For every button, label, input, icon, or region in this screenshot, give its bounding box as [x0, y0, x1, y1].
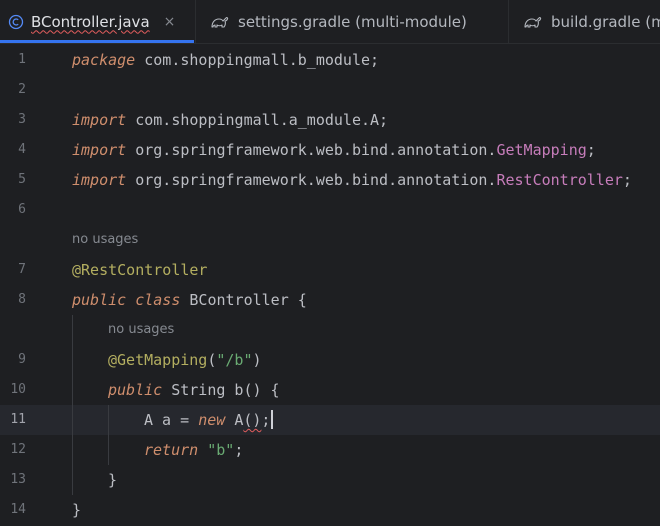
line-number: 13	[10, 472, 26, 487]
code-line-9: @GetMapping("/b")	[108, 345, 262, 375]
line-number: 14	[10, 502, 26, 517]
code-text: com.shoppingmall.b_module;	[135, 51, 380, 69]
code-line-10: public String b() {	[108, 375, 280, 405]
code-text: com.shoppingmall.a_module.A;	[126, 111, 389, 129]
line-number: 5	[18, 172, 26, 187]
line-number: 7	[18, 262, 26, 277]
annotation: @GetMapping	[108, 351, 208, 369]
error-parentheses: ()	[243, 411, 262, 429]
imported-class: GetMapping	[496, 141, 587, 159]
class-reference: A	[234, 411, 244, 429]
tab-build-gradle[interactable]: build.gradle (m	[508, 0, 660, 43]
string-literal: "/b"	[216, 351, 253, 369]
annotation: @RestController	[72, 261, 208, 279]
closing-brace: }	[108, 471, 118, 489]
active-tab-indicator	[0, 40, 194, 43]
keyword: public	[108, 381, 163, 399]
code-line-14: }	[72, 495, 81, 525]
line-number-gutter[interactable]: 1 2 3 4 5 6 7 8 9 10 11 12 13 14	[0, 44, 62, 526]
line-number: 4	[18, 142, 26, 157]
keyword: import	[72, 111, 127, 129]
imported-class: RestController	[496, 171, 623, 189]
code-line-12: return "b";	[144, 435, 243, 465]
closing-brace: }	[72, 501, 82, 519]
keyword: import	[72, 141, 127, 159]
keyword: package	[72, 51, 136, 69]
tab-bcontroller-java[interactable]: BController.java ×	[0, 0, 194, 43]
code-line-3: import com.shoppingmall.a_module.A;	[72, 105, 388, 135]
line-number: 12	[10, 442, 26, 457]
code-text: String b() {	[162, 381, 280, 399]
code-line-5: import org.springframework.web.bind.anno…	[72, 165, 632, 195]
close-icon[interactable]: ×	[164, 14, 176, 30]
usages-hint[interactable]: no usages	[108, 315, 174, 345]
line-number: 8	[18, 292, 26, 307]
code-text: ;	[261, 411, 271, 429]
java-class-icon	[8, 14, 24, 29]
code-editor[interactable]: 1 2 3 4 5 6 7 8 9 10 11 12 13 14 package…	[0, 44, 660, 526]
keyword: new	[198, 411, 226, 429]
code-line-8: public class BController {	[72, 285, 307, 315]
gradle-icon	[524, 16, 542, 28]
usages-hint[interactable]: no usages	[72, 225, 138, 255]
code-text: BController {	[180, 291, 307, 309]
code-area[interactable]: package com.shoppingmall.b_module; impor…	[72, 44, 660, 526]
line-number-current: 11	[10, 412, 26, 427]
code-line-4: import org.springframework.web.bind.anno…	[72, 135, 596, 165]
code-text: org.springframework.web.bind.annotation.	[126, 171, 497, 189]
code-text: ;	[586, 141, 596, 159]
gradle-icon	[211, 16, 229, 28]
tab-label: settings.gradle (multi-module)	[238, 12, 467, 31]
line-number: 9	[18, 352, 26, 367]
line-number: 6	[18, 202, 26, 217]
keyword: import	[72, 171, 127, 189]
code-line-1: package com.shoppingmall.b_module;	[72, 45, 379, 75]
code-text: A a =	[144, 411, 199, 429]
keyword: return	[144, 441, 199, 459]
code-line-13: }	[108, 465, 117, 495]
tab-settings-gradle[interactable]: settings.gradle (multi-module)	[195, 0, 507, 43]
code-line-11: A a = new A();	[144, 405, 274, 435]
keyword: class	[135, 291, 181, 309]
code-line-7: @RestController	[72, 255, 207, 285]
editor-tab-bar: BController.java × settings.gradle (mult…	[0, 0, 660, 44]
line-number: 10	[10, 382, 26, 397]
code-text: org.springframework.web.bind.annotation.	[126, 141, 497, 159]
code-text: ;	[622, 171, 632, 189]
ide-window: BController.java × settings.gradle (mult…	[0, 0, 660, 526]
line-number: 2	[18, 82, 26, 97]
line-number: 1	[18, 52, 26, 67]
code-text: ;	[234, 441, 244, 459]
keyword: public	[72, 291, 127, 309]
text-caret	[271, 410, 274, 429]
code-text: )	[252, 351, 262, 369]
tab-label: build.gradle (m	[551, 12, 660, 31]
tab-label: BController.java	[31, 12, 150, 31]
string-literal: "b"	[207, 441, 235, 459]
line-number: 3	[18, 112, 26, 127]
